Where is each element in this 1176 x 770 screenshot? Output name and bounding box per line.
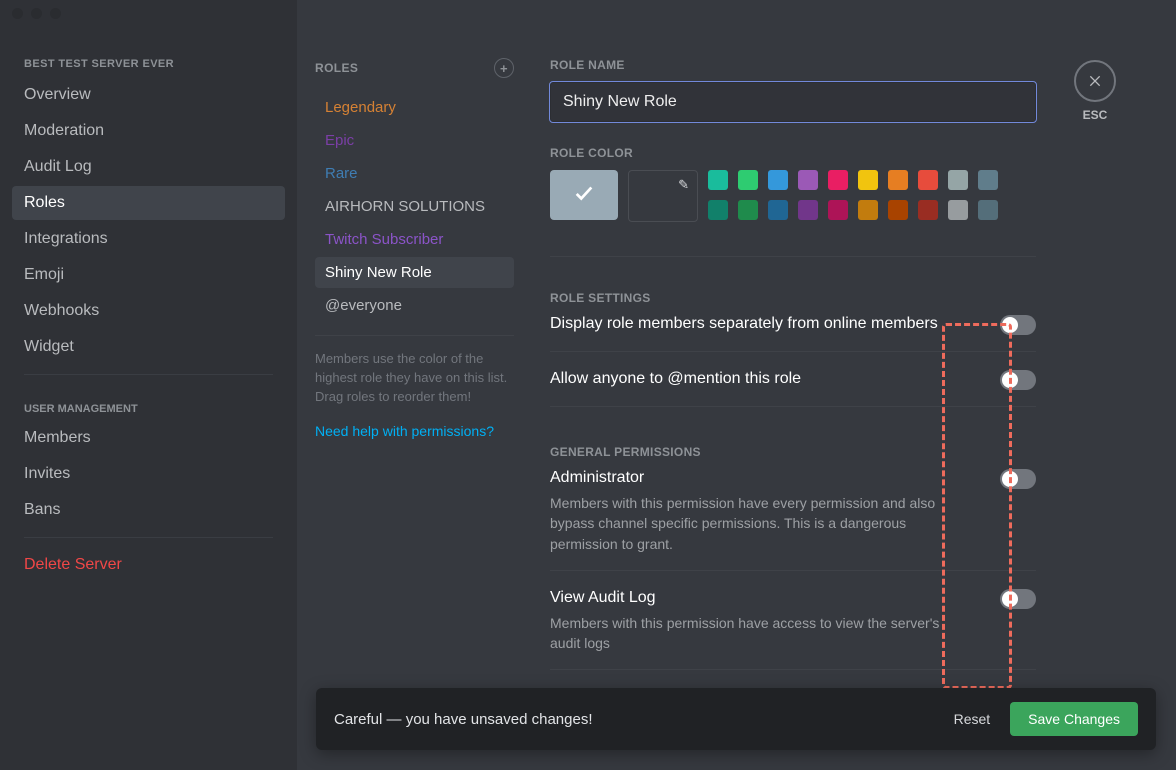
default-color-swatch[interactable] [550, 170, 618, 220]
roles-list-pane: ROLES + LegendaryEpicRareAIRHORN SOLUTIO… [297, 0, 532, 770]
color-swatch[interactable] [738, 200, 758, 220]
eyedropper-icon: ✎ [678, 177, 689, 193]
setting-display-label: Display role members separately from onl… [550, 315, 938, 333]
role-item-shiny-new-role[interactable]: Shiny New Role [315, 257, 514, 288]
custom-color-swatch[interactable]: ✎ [628, 170, 698, 222]
role-item-legendary[interactable]: Legendary [315, 92, 514, 123]
color-swatch[interactable] [828, 200, 848, 220]
role-color-label: ROLE COLOR [550, 146, 1036, 160]
close-icon [1074, 60, 1116, 102]
esc-label: ESC [1074, 108, 1116, 122]
divider [24, 374, 273, 375]
general-permissions-label: GENERAL PERMISSIONS [550, 445, 1036, 459]
save-changes-button[interactable]: Save Changes [1010, 702, 1138, 736]
perm-auditlog-desc: Members with this permission have access… [550, 613, 970, 654]
sidebar-item-overview[interactable]: Overview [12, 78, 285, 112]
divider [550, 351, 1036, 352]
permissions-help-link[interactable]: Need help with permissions? [315, 423, 514, 439]
sidebar-item-audit-log[interactable]: Audit Log [12, 150, 285, 184]
perm-administrator-label: Administrator [550, 469, 970, 487]
sidebar-item-widget[interactable]: Widget [12, 330, 285, 364]
sidebar-item-moderation[interactable]: Moderation [12, 114, 285, 148]
settings-sidebar: BEST TEST SERVER EVER OverviewModeration… [0, 0, 297, 770]
color-swatch[interactable] [768, 170, 788, 190]
divider [315, 335, 514, 336]
role-item-airhorn-solutions[interactable]: AIRHORN SOLUTIONS [315, 191, 514, 222]
color-swatch[interactable] [888, 200, 908, 220]
divider [550, 406, 1036, 407]
roles-hint: Members use the color of the highest rol… [315, 350, 514, 407]
toggle-display-separately[interactable] [1000, 315, 1036, 335]
color-swatch-grid [708, 170, 998, 220]
role-item-twitch-subscriber[interactable]: Twitch Subscriber [315, 224, 514, 255]
toggle-allow-mention[interactable] [1000, 370, 1036, 390]
delete-server-button[interactable]: Delete Server [12, 548, 285, 582]
color-swatch[interactable] [948, 200, 968, 220]
reset-button[interactable]: Reset [954, 711, 991, 727]
color-swatch[interactable] [918, 200, 938, 220]
sidebar-item-invites[interactable]: Invites [12, 457, 285, 491]
divider [550, 570, 1036, 571]
role-item--everyone[interactable]: @everyone [315, 290, 514, 321]
perm-administrator-desc: Members with this permission have every … [550, 493, 970, 554]
server-name-label: BEST TEST SERVER EVER [12, 58, 285, 78]
user-management-heading: USER MANAGEMENT [12, 385, 285, 421]
sidebar-item-integrations[interactable]: Integrations [12, 222, 285, 256]
unsaved-changes-bar: Careful — you have unsaved changes! Rese… [316, 688, 1156, 750]
divider [24, 537, 273, 538]
add-role-button[interactable]: + [494, 58, 514, 78]
toggle-view-audit-log[interactable] [1000, 589, 1036, 609]
color-swatch[interactable] [918, 170, 938, 190]
color-swatch[interactable] [738, 170, 758, 190]
color-swatch[interactable] [948, 170, 968, 190]
sidebar-item-bans[interactable]: Bans [12, 493, 285, 527]
perm-auditlog-label: View Audit Log [550, 589, 970, 607]
color-swatch[interactable] [708, 200, 728, 220]
role-name-label: ROLE NAME [550, 58, 1036, 72]
check-icon [573, 182, 595, 209]
sidebar-item-webhooks[interactable]: Webhooks [12, 294, 285, 328]
color-swatch[interactable] [858, 170, 878, 190]
roles-heading: ROLES [315, 61, 358, 75]
role-name-input[interactable] [550, 82, 1036, 122]
window-controls [12, 8, 61, 19]
color-swatch[interactable] [888, 170, 908, 190]
sidebar-item-roles[interactable]: Roles [12, 186, 285, 220]
divider [550, 669, 1036, 670]
role-item-rare[interactable]: Rare [315, 158, 514, 189]
color-swatch[interactable] [768, 200, 788, 220]
color-swatch[interactable] [798, 200, 818, 220]
color-swatch[interactable] [798, 170, 818, 190]
unsaved-message: Careful — you have unsaved changes! [334, 711, 593, 728]
toggle-administrator[interactable] [1000, 469, 1036, 489]
color-swatch[interactable] [858, 200, 878, 220]
sidebar-item-emoji[interactable]: Emoji [12, 258, 285, 292]
color-swatch[interactable] [978, 170, 998, 190]
color-swatch[interactable] [708, 170, 728, 190]
role-item-epic[interactable]: Epic [315, 125, 514, 156]
close-button[interactable]: ESC [1074, 60, 1116, 122]
role-settings-label: ROLE SETTINGS [550, 291, 1036, 305]
divider [550, 256, 1036, 257]
color-swatch[interactable] [828, 170, 848, 190]
setting-mention-label: Allow anyone to @mention this role [550, 370, 801, 388]
sidebar-item-members[interactable]: Members [12, 421, 285, 455]
color-swatch[interactable] [978, 200, 998, 220]
